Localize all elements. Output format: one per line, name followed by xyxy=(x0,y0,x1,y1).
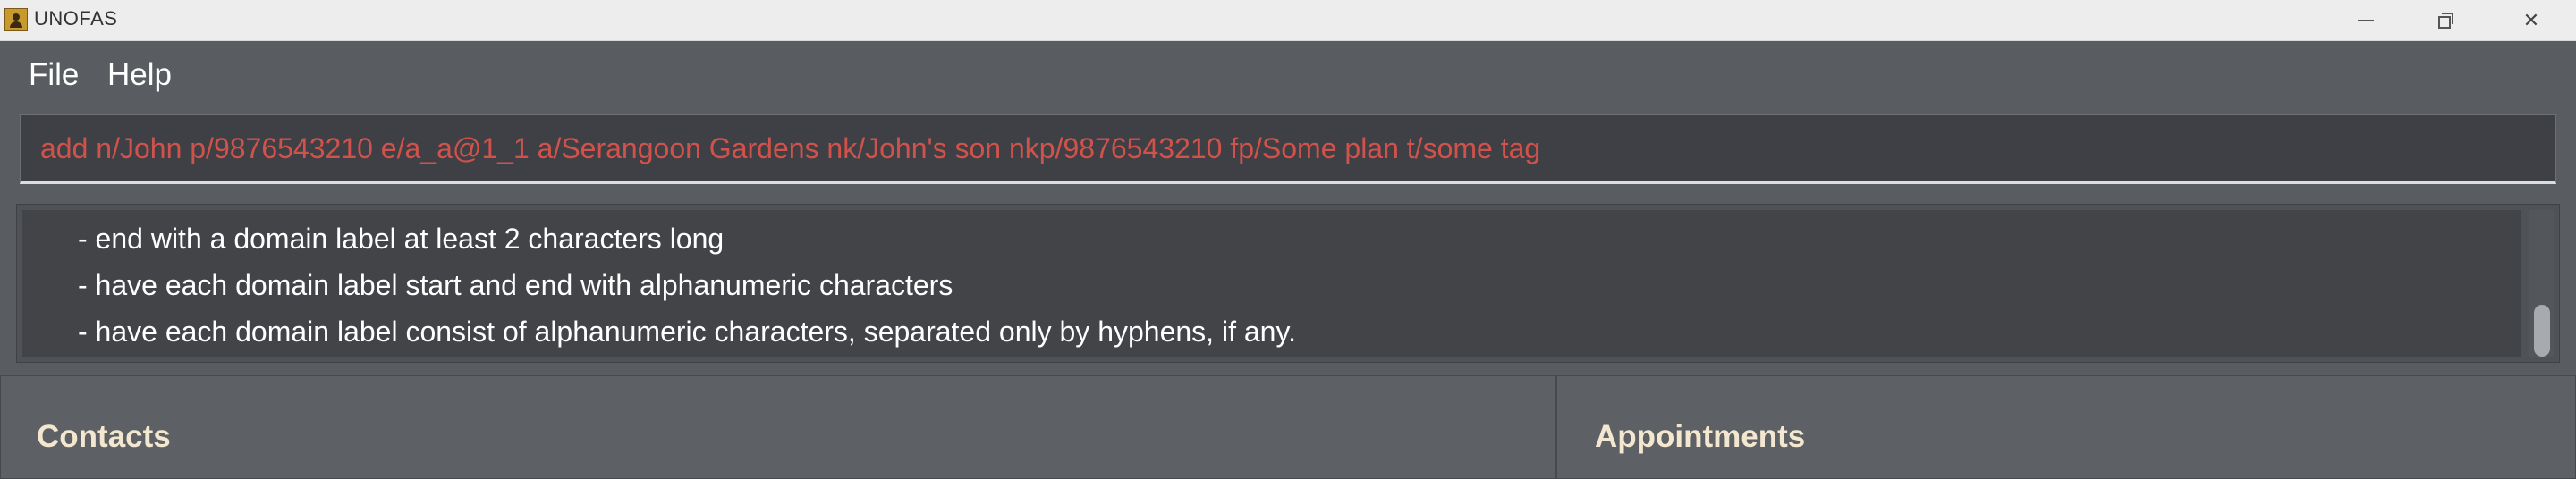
contact-card-icon xyxy=(4,8,28,31)
window-title: UNOFAS xyxy=(34,7,118,29)
close-icon: ✕ xyxy=(2522,8,2540,31)
result-display[interactable]: - end with a domain label at least 2 cha… xyxy=(22,210,2521,357)
command-input[interactable]: add n/John p/9876543210 e/a_a@1_1 a/Sera… xyxy=(20,114,2556,184)
command-input-text: add n/John p/9876543210 e/a_a@1_1 a/Sera… xyxy=(40,131,1541,164)
result-line: - have each domain label start and end w… xyxy=(78,269,953,301)
menu-bar: File Help xyxy=(0,41,2576,104)
menu-help[interactable]: Help xyxy=(102,54,177,97)
result-display-panel: - end with a domain label at least 2 cha… xyxy=(16,204,2560,363)
scrollbar-thumb[interactable] xyxy=(2534,305,2550,357)
contacts-panel: Contacts xyxy=(0,375,1556,479)
appointments-panel: Appointments xyxy=(1556,375,2576,479)
minimize-icon xyxy=(2358,19,2374,21)
restore-icon xyxy=(2438,12,2454,29)
result-scrollbar[interactable] xyxy=(2529,210,2554,357)
restore-button[interactable] xyxy=(2406,0,2487,40)
minimize-button[interactable] xyxy=(2326,0,2406,40)
result-line: - end with a domain label at least 2 cha… xyxy=(78,223,724,255)
contacts-title: Contacts xyxy=(37,419,171,454)
close-button[interactable]: ✕ xyxy=(2491,0,2572,40)
result-line: - have each domain label consist of alph… xyxy=(78,315,1296,348)
appointments-title: Appointments xyxy=(1595,419,1806,454)
menu-file[interactable]: File xyxy=(23,54,84,97)
title-bar: UNOFAS ✕ xyxy=(0,0,2576,41)
